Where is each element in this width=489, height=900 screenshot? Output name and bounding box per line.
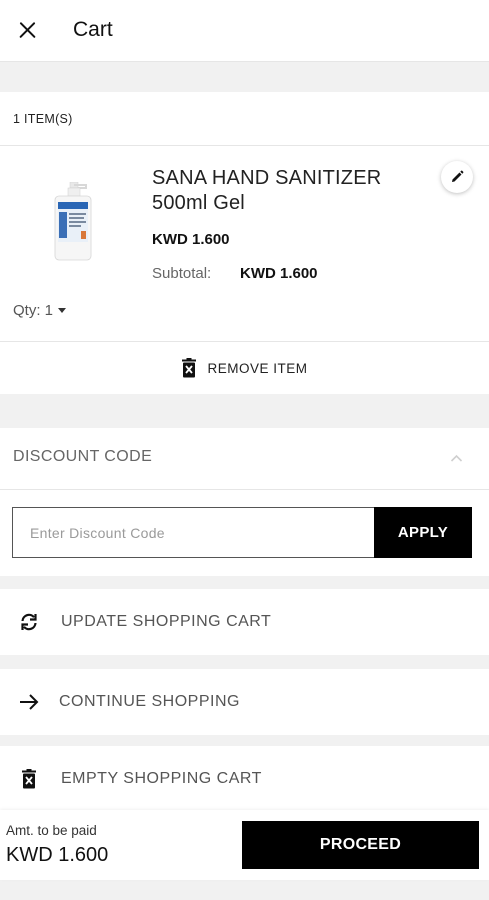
- empty-shopping-cart-label: EMPTY SHOPPING CART: [61, 770, 262, 787]
- update-shopping-cart-label: UPDATE SHOPPING CART: [61, 613, 272, 630]
- trash-icon: [22, 769, 36, 789]
- continue-shopping-button[interactable]: CONTINUE SHOPPING: [0, 669, 489, 735]
- items-count: 1 ITEM(S): [13, 112, 73, 126]
- product-image[interactable]: [50, 182, 96, 262]
- page-title: Cart: [73, 18, 113, 41]
- subtotal-label: Subtotal:: [152, 265, 212, 282]
- refresh-icon: [21, 613, 37, 631]
- quantity-select[interactable]: Qty: 1: [13, 302, 67, 319]
- amount-label: Amt. to be paid: [6, 823, 97, 838]
- empty-shopping-cart-button[interactable]: EMPTY SHOPPING CART: [0, 746, 489, 812]
- product-name[interactable]: SANA HAND SANITIZER 500ml Gel: [152, 166, 422, 216]
- app-header: Cart: [0, 0, 489, 62]
- pencil-icon: [452, 170, 464, 182]
- remove-item-label: REMOVE ITEM: [207, 360, 308, 376]
- discount-title: DISCOUNT CODE: [13, 448, 153, 465]
- proceed-button[interactable]: PROCEED: [242, 821, 479, 869]
- edit-item-button[interactable]: [441, 161, 473, 193]
- amount-value: KWD 1.600: [6, 844, 109, 866]
- update-shopping-cart-button[interactable]: UPDATE SHOPPING CART: [0, 589, 489, 655]
- cart-item: SANA HAND SANITIZER 500ml Gel KWD 1.600 …: [0, 146, 489, 342]
- arrow-right-icon: [20, 694, 39, 710]
- discount-code-input[interactable]: [12, 507, 374, 558]
- caret-down-icon: [58, 308, 67, 313]
- trash-icon: [182, 358, 197, 378]
- discount-form: APPLY: [0, 490, 489, 576]
- chevron-up-icon: [450, 454, 463, 462]
- continue-shopping-label: CONTINUE SHOPPING: [59, 693, 240, 710]
- checkout-footer: Amt. to be paid KWD 1.600 PROCEED: [0, 810, 489, 880]
- remove-item-button[interactable]: REMOVE ITEM: [0, 342, 489, 394]
- items-count-bar: 1 ITEM(S): [0, 92, 489, 146]
- quantity-label: Qty: 1: [13, 302, 54, 319]
- close-icon[interactable]: [12, 14, 44, 46]
- apply-discount-button[interactable]: APPLY: [374, 507, 472, 558]
- discount-section-header[interactable]: DISCOUNT CODE: [0, 428, 489, 490]
- product-price: KWD 1.600: [152, 231, 230, 248]
- subtotal-value: KWD 1.600: [240, 265, 318, 282]
